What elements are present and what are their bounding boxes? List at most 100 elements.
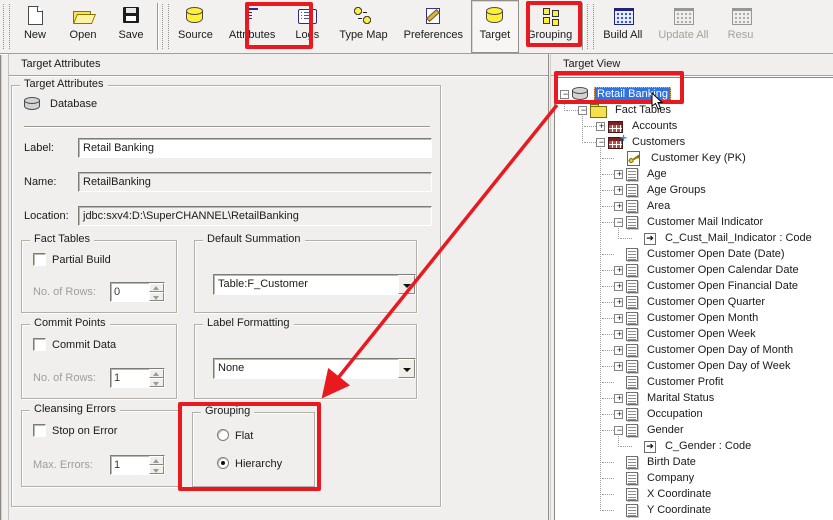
tree-node[interactable]: Customer Open Month	[555, 310, 833, 326]
toolbar-gripper[interactable]	[3, 4, 10, 49]
tree-node[interactable]: Customer Open Calendar Date	[555, 262, 833, 278]
toolbar-button[interactable]: Save	[107, 0, 155, 53]
tree-node[interactable]: Area	[555, 198, 833, 214]
tree-node[interactable]: Customer Open Financial Date	[555, 278, 833, 294]
tree-node[interactable]: Customer Mail Indicator	[555, 214, 833, 230]
tree-expander[interactable]	[614, 410, 623, 419]
hierarchy-radio[interactable]	[217, 457, 229, 469]
tree-expander[interactable]	[614, 202, 623, 211]
tree-node[interactable]: C_Gender : Code	[555, 438, 833, 454]
tree-expander[interactable]	[614, 218, 623, 227]
tree-node[interactable]: Fact Tables	[555, 102, 833, 118]
spinner-up-button[interactable]	[149, 369, 164, 378]
rows-label: No. of Rows:	[33, 372, 96, 384]
database-gray-icon	[572, 87, 588, 101]
spinner-down-button[interactable]	[149, 378, 164, 387]
name-input[interactable]: RetailBanking	[78, 172, 432, 192]
toolbar-gripper[interactable]	[587, 4, 594, 49]
tree-node[interactable]: Y Coordinate	[555, 502, 833, 518]
toolbar-button[interactable]: Preferences	[396, 0, 471, 53]
field-icon	[626, 504, 638, 517]
max-errors-spinner[interactable]: 1	[110, 455, 165, 475]
stop-on-error-checkbox[interactable]	[33, 424, 46, 437]
tree-expander[interactable]	[614, 186, 623, 195]
tree-node[interactable]: Age Groups	[555, 182, 833, 198]
panel-title: Target Attributes	[9, 54, 548, 76]
tree-node[interactable]: Retail Banking	[555, 86, 833, 102]
tree-node-label: Age	[644, 167, 670, 181]
toolbar-button[interactable]: Target	[471, 0, 519, 53]
tree-expander[interactable]	[560, 90, 569, 99]
tree-expander[interactable]	[614, 346, 623, 355]
tree-node-label: Fact Tables	[612, 103, 674, 117]
max-errors-label: Max. Errors:	[33, 459, 93, 471]
tree-expander[interactable]	[614, 170, 623, 179]
tree-expander[interactable]	[614, 330, 623, 339]
tree-node[interactable]: Age	[555, 166, 833, 182]
tree-node[interactable]: Customer Key (PK)	[555, 150, 833, 166]
label-input[interactable]: Retail Banking	[78, 138, 432, 158]
toolbar-button[interactable]: Open	[59, 0, 107, 53]
toolbar-button[interactable]: New	[11, 0, 59, 53]
spinner-up-button[interactable]	[149, 456, 164, 465]
tree-expander[interactable]	[614, 426, 623, 435]
tree-node[interactable]: Company	[555, 470, 833, 486]
tree-connector	[602, 382, 614, 383]
toolbar-button[interactable]: Resu	[717, 0, 765, 53]
tree-connector	[602, 510, 614, 511]
toolbar-button[interactable]: Source	[170, 0, 221, 53]
grid-icon	[728, 5, 754, 27]
tree-node[interactable]: Customer Open Day of Week	[555, 358, 833, 374]
spinner-down-button[interactable]	[149, 292, 164, 301]
tree-node[interactable]: Marital Status	[555, 390, 833, 406]
tree-expander[interactable]	[578, 106, 587, 115]
tree-expander[interactable]	[614, 394, 623, 403]
toolbar-gripper[interactable]	[162, 4, 169, 49]
combobox-dropdown-button[interactable]	[398, 275, 415, 294]
default-summation-combobox[interactable]: Table:F_Customer	[213, 274, 416, 295]
location-input[interactable]: jdbc:sxv4:D:\SuperCHANNEL\RetailBanking	[78, 206, 432, 226]
database-icon	[482, 5, 508, 27]
tree-node-label: Customer Open Date (Date)	[644, 247, 788, 261]
grid-icon	[670, 5, 696, 27]
tree-node[interactable]: Accounts	[555, 118, 833, 134]
combobox-dropdown-button[interactable]	[398, 359, 415, 378]
tree-node[interactable]: Occupation	[555, 406, 833, 422]
tree-expander[interactable]	[614, 282, 623, 291]
commit-data-checkbox[interactable]	[33, 338, 46, 351]
tree-node[interactable]: Customer Open Day of Month	[555, 342, 833, 358]
toolbar-button[interactable]: Attributes	[221, 0, 283, 53]
tree-expander[interactable]	[614, 298, 623, 307]
tree-expander[interactable]	[614, 362, 623, 371]
tree-node[interactable]: Gender	[555, 422, 833, 438]
tree-expander[interactable]	[596, 138, 605, 147]
rows-spinner[interactable]: 1	[110, 368, 165, 388]
toolbar-button[interactable]: Logs	[283, 0, 331, 53]
flat-radio[interactable]	[217, 429, 229, 441]
tree-expander[interactable]	[614, 266, 623, 275]
tree-expander[interactable]	[614, 314, 623, 323]
tree-expander[interactable]	[596, 122, 605, 131]
partial-build-checkbox[interactable]	[33, 253, 46, 266]
tree-node-label: Retail Banking	[594, 87, 671, 101]
tree-node[interactable]: Customer Open Date (Date)	[555, 246, 833, 262]
toolbar-button-label: Attributes	[229, 29, 275, 41]
tree-node[interactable]: Customer Open Week	[555, 326, 833, 342]
spinner-down-button[interactable]	[149, 465, 164, 474]
tree-node[interactable]: C_Cust_Mail_Indicator : Code	[555, 230, 833, 246]
tree-node[interactable]: Customers	[555, 134, 833, 150]
toolbar-button[interactable]: Build All	[595, 0, 650, 53]
toolbar-button[interactable]: Grouping	[519, 0, 580, 53]
rows-spinner[interactable]: 0	[110, 282, 165, 302]
toolbar-button[interactable]: Type Map	[331, 0, 395, 53]
tree-node[interactable]: Customer Profit	[555, 374, 833, 390]
tree-node-label: Customer Key (PK)	[648, 151, 749, 165]
tree-node[interactable]: Birth Date	[555, 454, 833, 470]
field-icon	[626, 216, 638, 229]
tree-node[interactable]: X Coordinate	[555, 486, 833, 502]
spinner-up-button[interactable]	[149, 283, 164, 292]
toolbar-button[interactable]: Update All	[650, 0, 716, 53]
grouping-icon	[537, 5, 563, 27]
tree-node[interactable]: Customer Open Quarter	[555, 294, 833, 310]
label-formatting-combobox[interactable]: None	[213, 358, 416, 379]
